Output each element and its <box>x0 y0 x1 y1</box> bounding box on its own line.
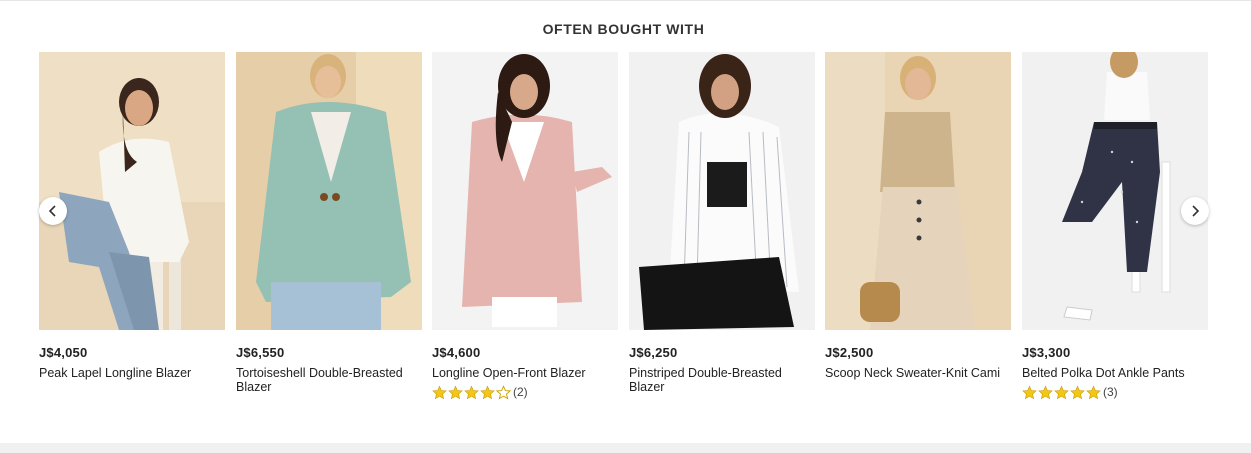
product-card[interactable]: J$3,300 Belted Polka Dot Ankle Pants (3) <box>1022 52 1208 412</box>
rating-count: (3) <box>1103 385 1118 399</box>
product-image[interactable] <box>39 52 225 330</box>
star-icon <box>1054 384 1069 400</box>
star-icon <box>432 384 447 400</box>
product-card[interactable]: J$2,500 Scoop Neck Sweater-Knit Cami <box>825 52 1011 412</box>
star-icon <box>464 384 479 400</box>
carousel-next-button[interactable] <box>1181 197 1209 225</box>
top-divider <box>0 0 1251 1</box>
chevron-left-icon <box>47 205 59 217</box>
product-name[interactable]: Belted Polka Dot Ankle Pants <box>1022 366 1208 380</box>
product-name[interactable]: Tortoiseshell Double-Breasted Blazer <box>236 366 422 394</box>
chevron-right-icon <box>1189 205 1201 217</box>
rating-count: (2) <box>513 385 528 399</box>
star-icon <box>1070 384 1085 400</box>
product-image[interactable] <box>825 52 1011 330</box>
product-name[interactable]: Scoop Neck Sweater-Knit Cami <box>825 366 1011 380</box>
product-price: J$2,500 <box>825 345 874 360</box>
product-carousel: J$4,050 Peak Lapel Longline Blazer J$6,5… <box>39 52 1209 412</box>
star-icon <box>1038 384 1053 400</box>
product-card[interactable]: J$6,250 Pinstriped Double-Breasted Blaze… <box>629 52 815 412</box>
product-rating[interactable]: (2) <box>432 384 528 400</box>
carousel-prev-button[interactable] <box>39 197 67 225</box>
star-icon <box>1086 384 1101 400</box>
star-empty-icon <box>495 384 512 400</box>
star-icon <box>1022 384 1037 400</box>
product-name[interactable]: Pinstriped Double-Breasted Blazer <box>629 366 815 394</box>
product-card[interactable]: J$4,050 Peak Lapel Longline Blazer <box>39 52 225 412</box>
product-price: J$3,300 <box>1022 345 1071 360</box>
star-icon <box>448 384 463 400</box>
product-name[interactable]: Peak Lapel Longline Blazer <box>39 366 225 380</box>
product-rating[interactable]: (3) <box>1022 384 1118 400</box>
product-image[interactable] <box>629 52 815 330</box>
product-price: J$6,550 <box>236 345 285 360</box>
star-icon <box>480 384 495 400</box>
product-image[interactable] <box>1022 52 1208 330</box>
product-card[interactable]: J$4,600 Longline Open-Front Blazer (2) <box>432 52 618 412</box>
product-name[interactable]: Longline Open-Front Blazer <box>432 366 618 380</box>
product-card[interactable]: J$6,550 Tortoiseshell Double-Breasted Bl… <box>236 52 422 412</box>
section-title: OFTEN BOUGHT WITH <box>542 21 705 37</box>
product-price: J$6,250 <box>629 345 678 360</box>
product-image[interactable] <box>236 52 422 330</box>
product-price: J$4,050 <box>39 345 88 360</box>
product-price: J$4,600 <box>432 345 481 360</box>
footer-band <box>0 443 1251 453</box>
product-image[interactable] <box>432 52 618 330</box>
